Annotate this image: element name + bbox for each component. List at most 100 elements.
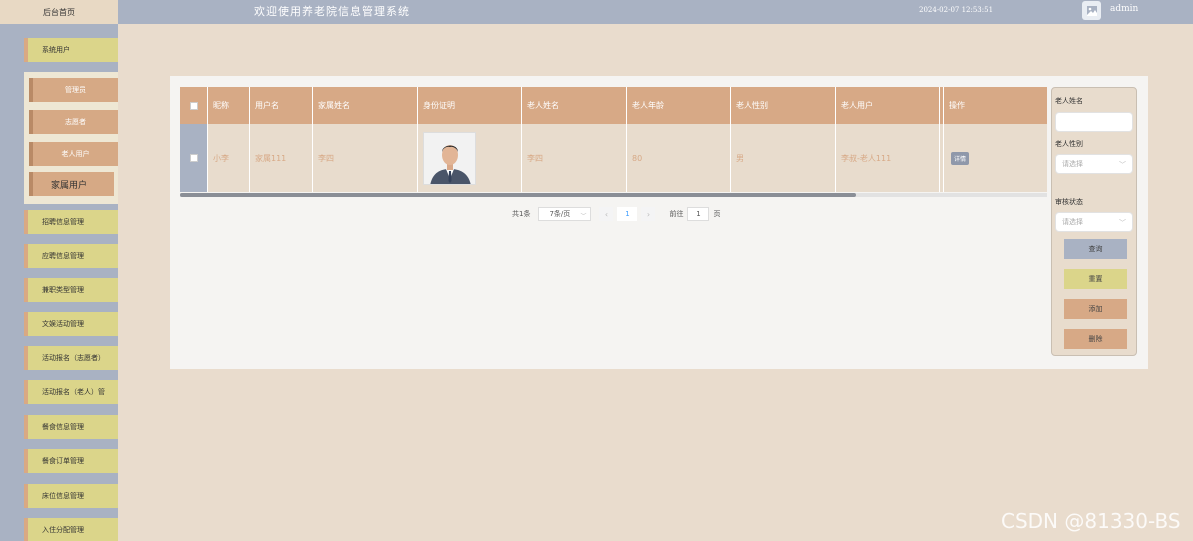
sidebar-item-label: 入住分配管理 <box>42 526 84 534</box>
chevron-right-icon: › <box>646 209 651 219</box>
sidebar-item-label: 文娱活动管理 <box>42 320 84 328</box>
sidebar-item-meal-orders[interactable]: 餐食订单管理 <box>24 449 118 473</box>
cell-id-proof <box>418 124 522 192</box>
home-link[interactable]: 后台首页 <box>0 0 118 24</box>
header-cell: 操作 <box>949 101 965 110</box>
reset-button[interactable]: 重置 <box>1064 269 1127 289</box>
sidebar-item-signup-volunteer[interactable]: 活动报名（志愿者） <box>24 346 118 370</box>
sidebar-item-label: 餐食订单管理 <box>42 457 84 465</box>
table-row: 小李 家属111 李四 李四 80 男 李叔-老人111 详情 <box>180 124 1047 192</box>
person-photo-icon <box>424 132 475 184</box>
cell-username: 家属111 <box>250 124 313 192</box>
goto-prefix: 前往 <box>669 210 684 218</box>
cell-elder-gender: 男 <box>731 124 836 192</box>
chevron-left-icon: ‹ <box>604 209 609 219</box>
header-cell: 老人用户 <box>836 87 940 124</box>
scrollbar-thumb[interactable] <box>180 193 856 197</box>
sidebar-item-label: 床位信息管理 <box>42 492 84 500</box>
header-cell: 老人性别 <box>731 87 836 124</box>
detail-button[interactable]: 详情 <box>951 151 970 165</box>
horizontal-scrollbar[interactable] <box>180 193 1047 197</box>
review-status-placeholder: 请选择 <box>1062 218 1083 226</box>
elder-name-label: 老人姓名 <box>1055 97 1083 105</box>
next-page-button[interactable]: › <box>641 207 656 221</box>
sidebar-subitem-label: 志愿者 <box>65 118 86 126</box>
top-bar: 后台首页 欢迎使用养老院信息管理系统 2024-02-07 12:53:51 a… <box>0 0 1193 24</box>
home-label: 后台首页 <box>43 7 75 17</box>
sidebar-item-activities[interactable]: 文娱活动管理 <box>24 312 118 336</box>
page-number-current[interactable]: 1 <box>617 207 638 221</box>
chevron-down-icon: ﹀ <box>1119 161 1126 169</box>
cell-nickname: 小李 <box>208 124 250 192</box>
sidebar-item-label: 活动报名（志愿者） <box>42 354 105 362</box>
header-cell: 身份证明 <box>418 87 522 124</box>
table-header: 昵称 用户名 家属姓名 身份证明 老人姓名 老人年龄 老人性别 老人用户 操作 <box>180 87 1047 124</box>
image-icon <box>1086 5 1097 16</box>
chevron-down-icon: ﹀ <box>580 213 587 220</box>
header-cell: 老人姓名 <box>522 87 627 124</box>
page-size-select[interactable]: 7条/页 ﹀ <box>538 207 592 221</box>
sidebar-item-recruitment[interactable]: 招聘信息管理 <box>24 210 118 234</box>
elder-gender-placeholder: 请选择 <box>1062 160 1083 168</box>
cell-family-name: 李四 <box>313 124 418 192</box>
sidebar-subitem-label: 管理员 <box>65 86 86 94</box>
sidebar-subitem-family-user[interactable]: 家属用户 <box>29 172 114 196</box>
header-cell: 老人年龄 <box>627 87 731 124</box>
watermark: CSDN @81330-BS <box>1001 509 1181 533</box>
query-button[interactable]: 查询 <box>1064 239 1127 259</box>
delete-button[interactable]: 删除 <box>1064 329 1127 349</box>
pagination-total: 共1条 <box>512 210 531 218</box>
checkbox[interactable] <box>189 154 198 162</box>
sidebar-subitem-volunteer[interactable]: 志愿者 <box>29 110 118 134</box>
sidebar-item-checkin[interactable]: 入住分配管理 <box>24 518 118 541</box>
header-select-all[interactable] <box>180 87 208 124</box>
sidebar-subitem-label: 老人用户 <box>61 150 90 158</box>
page-size-value: 7条/页 <box>549 210 571 218</box>
main-panel: 昵称 用户名 家属姓名 身份证明 老人姓名 老人年龄 老人性别 老人用户 操作 … <box>170 76 1148 369</box>
header-cell: 家属姓名 <box>313 87 418 124</box>
elder-gender-label: 老人性别 <box>1055 140 1083 148</box>
sidebar-item-system-users[interactable]: 系统用户 <box>24 38 118 62</box>
sidebar-subitem-label: 家属用户 <box>51 180 88 191</box>
sidebar-subitem-admin[interactable]: 管理员 <box>29 78 118 102</box>
sidebar: 系统用户 管理员 志愿者 老人用户 家属用户 招聘信息管理 应聘信息管理 兼职类… <box>0 24 118 541</box>
elder-name-input[interactable] <box>1055 112 1133 132</box>
sidebar-item-label: 应聘信息管理 <box>42 252 84 260</box>
review-status-select[interactable]: 请选择 ﹀ <box>1055 212 1133 232</box>
datetime: 2024-02-07 12:53:51 <box>919 6 994 14</box>
sidebar-item-label: 活动报名（老人）管 <box>42 388 105 396</box>
avatar[interactable] <box>1082 1 1101 20</box>
checkbox[interactable] <box>189 101 198 110</box>
goto-suffix: 页 <box>713 210 721 218</box>
add-button[interactable]: 添加 <box>1064 299 1127 319</box>
id-photo[interactable] <box>423 131 476 185</box>
cell-elder-age: 80 <box>627 124 731 192</box>
cell-elder-user: 李叔-老人111 <box>836 124 940 192</box>
sidebar-item-beds[interactable]: 床位信息管理 <box>24 484 118 508</box>
chevron-down-icon: ﹀ <box>1119 219 1126 227</box>
row-select[interactable] <box>180 124 208 192</box>
sidebar-item-label: 兼职类型管理 <box>42 286 84 294</box>
header-cell: 用户名 <box>250 87 313 124</box>
sidebar-item-application[interactable]: 应聘信息管理 <box>24 244 118 268</box>
username[interactable]: admin <box>1110 4 1138 14</box>
elder-gender-select[interactable]: 请选择 ﹀ <box>1055 154 1133 174</box>
goto-page-input[interactable]: 1 <box>687 207 710 221</box>
prev-page-button[interactable]: ‹ <box>599 207 614 221</box>
page-title: 欢迎使用养老院信息管理系统 <box>254 5 410 18</box>
header-cell: 昵称 <box>208 87 250 124</box>
review-status-label: 审核状态 <box>1055 198 1083 206</box>
sidebar-item-signup-elder[interactable]: 活动报名（老人）管 <box>24 380 118 404</box>
sidebar-item-label: 系统用户 <box>42 46 70 54</box>
search-panel: 老人姓名 老人性别 请选择 ﹀ 审核状态 请选择 ﹀ 查询 重置 添加 删除 <box>1051 87 1137 356</box>
sidebar-submenu: 管理员 志愿者 老人用户 家属用户 <box>24 72 118 204</box>
sidebar-item-label: 招聘信息管理 <box>42 218 84 226</box>
goto-page: 前往 1 页 <box>669 207 720 221</box>
sidebar-item-parttime-type[interactable]: 兼职类型管理 <box>24 278 118 302</box>
sidebar-subitem-elder-user[interactable]: 老人用户 <box>29 142 118 166</box>
pagination: 共1条 7条/页 ﹀ ‹ 1 › 前往 1 页 <box>512 207 720 221</box>
sidebar-item-label: 餐食信息管理 <box>42 423 84 431</box>
cell-elder-name: 李四 <box>522 124 627 192</box>
cell-action: 详情 <box>944 124 1047 192</box>
sidebar-item-meals[interactable]: 餐食信息管理 <box>24 415 118 439</box>
